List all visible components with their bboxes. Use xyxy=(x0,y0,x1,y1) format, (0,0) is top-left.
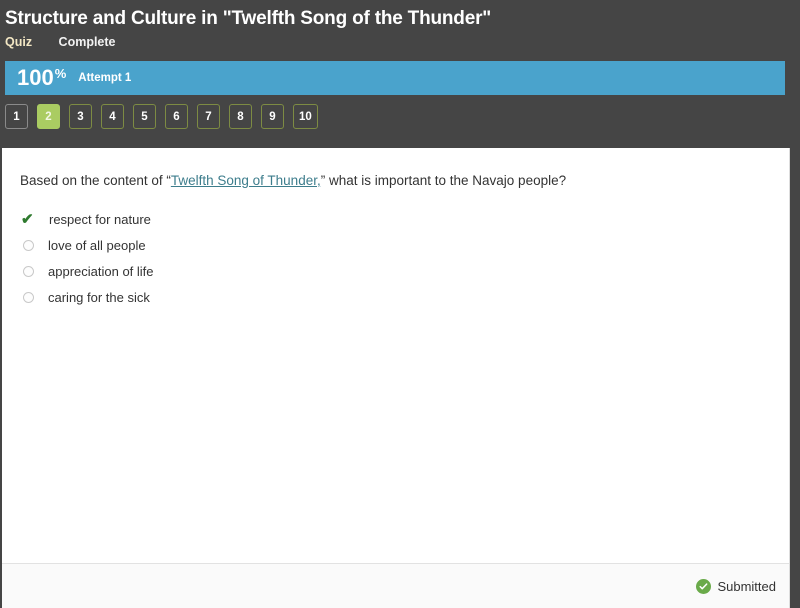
page-title: Structure and Culture in "Twelfth Song o… xyxy=(5,8,492,29)
question-nav-button-9[interactable]: 9 xyxy=(261,104,284,129)
question-trail-text: what is important to the Navajo people? xyxy=(325,173,567,188)
check-circle-icon xyxy=(696,578,712,594)
quiz-content-panel: Based on the content of “Twelfth Song of… xyxy=(2,148,790,608)
score-percent-symbol: % xyxy=(54,65,67,81)
submitted-label: Submitted xyxy=(717,578,776,594)
radio-icon xyxy=(20,239,42,251)
answer-option[interactable]: love of all people xyxy=(20,232,789,258)
question-nav-button-10[interactable]: 10 xyxy=(293,104,318,129)
status-badge: Submitted xyxy=(696,578,776,594)
answer-option-label: caring for the sick xyxy=(48,289,150,305)
question-nav-button-5[interactable]: 5 xyxy=(133,104,156,129)
question-nav-button-6[interactable]: 6 xyxy=(165,104,188,129)
question-nav-button-4[interactable]: 4 xyxy=(101,104,124,129)
answer-option-label: appreciation of life xyxy=(48,263,154,279)
question-nav-button-2[interactable]: 2 xyxy=(37,104,60,129)
quiz-kind-label: Quiz xyxy=(5,35,33,49)
answer-list: ✔ respect for nature love of all people app… xyxy=(2,206,789,310)
radio-circle[interactable] xyxy=(23,265,34,277)
quiz-meta-row: Quiz Complete xyxy=(0,31,800,53)
answer-option-label: respect for nature xyxy=(49,211,151,227)
check-glyph: ✔ xyxy=(21,210,34,228)
check-icon: ✔ xyxy=(20,212,42,227)
radio-circle[interactable] xyxy=(23,291,34,303)
radio-circle[interactable] xyxy=(23,239,34,251)
answer-option[interactable]: ✔ respect for nature xyxy=(20,206,789,232)
quiz-footer: Submitted xyxy=(2,563,789,608)
question-nav-button-7[interactable]: 7 xyxy=(197,104,220,129)
radio-icon xyxy=(20,265,42,277)
score-bar: 100 % Attempt 1 xyxy=(5,61,785,95)
question-text: Based on the content of “Twelfth Song of… xyxy=(2,148,789,190)
answer-option[interactable]: appreciation of life xyxy=(20,258,789,284)
attempt-label: Attempt 1 xyxy=(78,72,132,84)
question-source-link[interactable]: Twelfth Song of Thunder, xyxy=(171,173,321,188)
radio-icon xyxy=(20,291,42,303)
answer-option-label: love of all people xyxy=(48,237,146,253)
score-value: 100 xyxy=(17,65,54,90)
quiz-status-label: Complete xyxy=(58,35,116,49)
question-lead-text: Based on the content of xyxy=(20,173,167,188)
question-nav: 1 2 3 4 5 6 7 8 9 10 xyxy=(5,104,800,129)
question-nav-button-1[interactable]: 1 xyxy=(5,104,28,129)
quiz-header: Structure and Culture in "Twelfth Song o… xyxy=(0,0,800,148)
answer-option[interactable]: caring for the sick xyxy=(20,284,789,310)
question-nav-button-8[interactable]: 8 xyxy=(229,104,252,129)
question-nav-button-3[interactable]: 3 xyxy=(69,104,92,129)
